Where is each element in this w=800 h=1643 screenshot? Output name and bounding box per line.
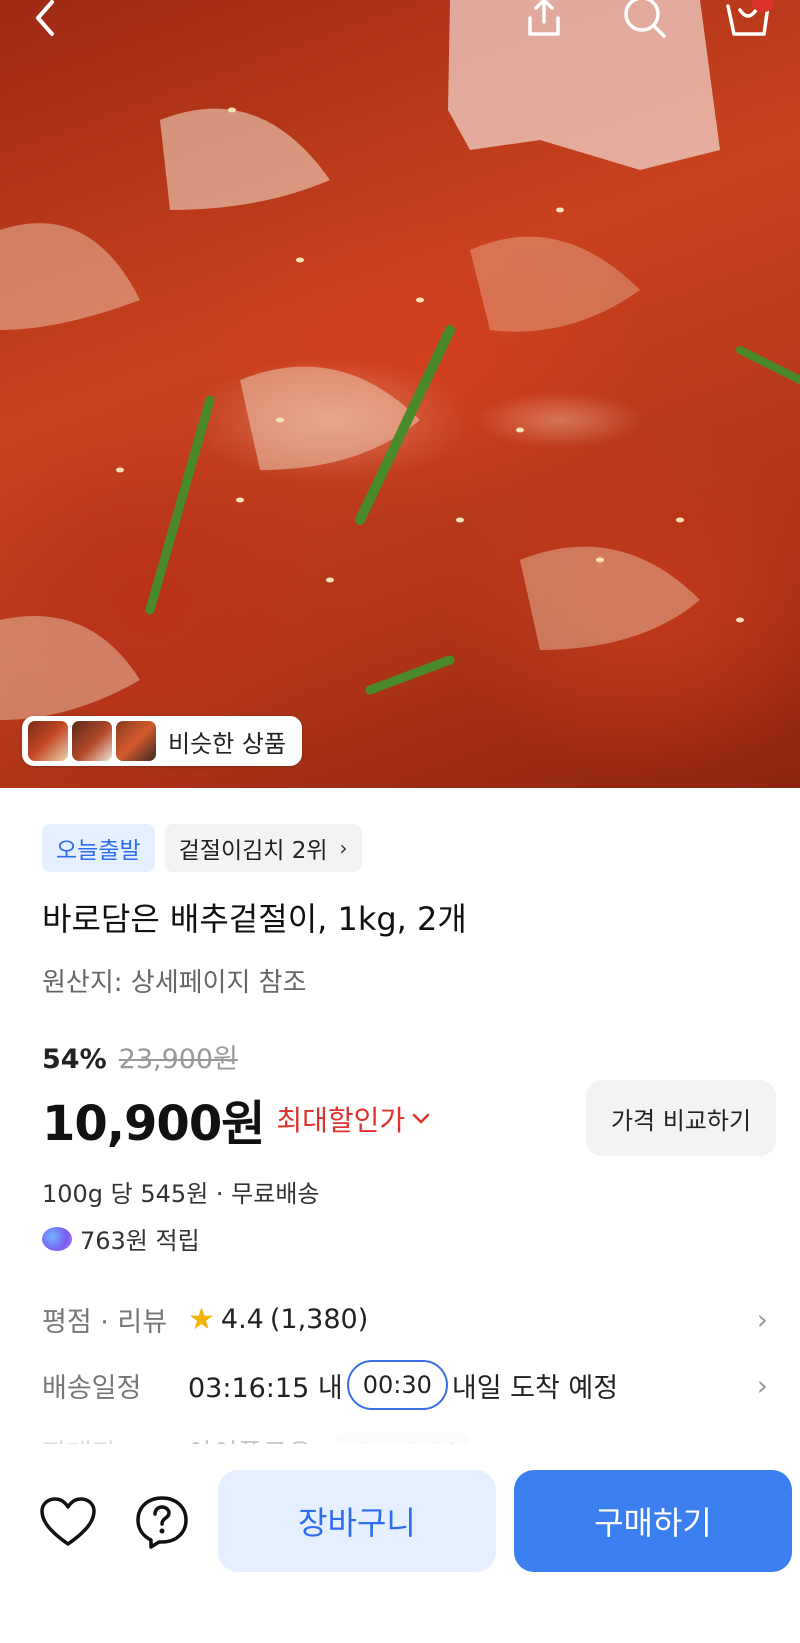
price-row: 10,900원 최대할인가 가격 비교하기 — [42, 1080, 776, 1156]
ranking-tag-label: 겉절이김치 2위 — [178, 838, 328, 864]
buy-now-button[interactable]: 구매하기 — [514, 1470, 792, 1572]
unit-price-shipping: 100g 당 545원 · 무료배송 — [42, 1180, 320, 1208]
product-title: 바로담은 배추겉절이, 1kg, 2개 — [42, 900, 467, 938]
similar-products-chip[interactable]: 비슷한 상품 — [22, 716, 303, 766]
points-text: 763원 적립 — [80, 1227, 200, 1255]
similar-products-label: 비슷한 상품 — [168, 729, 287, 758]
today-dispatch-tag: 오늘출발 — [42, 824, 155, 872]
chevron-down-icon — [412, 1113, 430, 1124]
similar-thumbnail — [116, 721, 156, 761]
discount-percent: 54% — [42, 1044, 107, 1075]
delivery-value-group: 03:16:15 내 00:30 내일 도착 예정 — [188, 1360, 618, 1410]
cart-icon[interactable] — [724, 0, 780, 40]
back-icon[interactable] — [26, 0, 82, 40]
share-icon[interactable] — [522, 0, 578, 40]
heart-icon[interactable] — [38, 1492, 98, 1552]
similar-thumbnail — [72, 721, 112, 761]
product-origin: 원산지: 상세페이지 참조 — [42, 968, 307, 998]
kimchi-photo — [0, 0, 800, 720]
product-info: 오늘출발 겉절이김치 2위 › 바로담은 배추겉절이, 1kg, 2개 원산지:… — [42, 824, 776, 1256]
sale-price: 10,900원 — [42, 1096, 265, 1152]
original-price: 23,900원 — [118, 1044, 238, 1075]
rating-label: 평점 · 리뷰 — [42, 1306, 168, 1338]
help-icon[interactable] — [132, 1492, 192, 1552]
points-icon — [42, 1226, 72, 1251]
delivery-label: 배송일정 — [42, 1372, 142, 1404]
chevron-right-icon: › — [756, 1368, 768, 1402]
points-row: 763원 적립 — [42, 1221, 776, 1256]
delivery-row[interactable]: 배송일정 03:16:15 내 00:30 내일 도착 예정 › — [42, 1352, 776, 1418]
rating-value-group: ★ 4.4 (1,380) — [188, 1302, 368, 1337]
tag-row: 오늘출발 겉절이김치 2위 › — [42, 824, 776, 872]
rating-row[interactable]: 평점 · 리뷰 ★ 4.4 (1,380) › — [42, 1286, 776, 1352]
max-discount-label: 최대할인가 — [276, 1104, 406, 1137]
chevron-right-icon: › — [339, 836, 348, 860]
review-count: (1,380) — [269, 1303, 369, 1335]
search-icon[interactable] — [622, 0, 678, 40]
max-discount-toggle[interactable]: 최대할인가 — [276, 1099, 431, 1139]
similar-thumbnail — [28, 721, 68, 761]
discount-row: 54% 23,900원 — [42, 1037, 776, 1076]
delivery-countdown: 03:16:15 내 — [188, 1372, 343, 1404]
star-icon: ★ — [188, 1301, 215, 1337]
chevron-right-icon: › — [756, 1302, 768, 1336]
product-image[interactable]: 비슷한 상품 — [0, 0, 800, 788]
delivery-arrival: 내일 도착 예정 — [451, 1372, 619, 1404]
rating-value: 4.4 — [220, 1303, 264, 1335]
add-to-cart-button[interactable]: 장바구니 — [218, 1470, 496, 1572]
compare-price-button[interactable]: 가격 비교하기 — [586, 1080, 776, 1156]
ranking-tag[interactable]: 겉절이김치 2위 › — [164, 824, 362, 872]
delivery-timer-badge: 00:30 — [346, 1360, 448, 1410]
